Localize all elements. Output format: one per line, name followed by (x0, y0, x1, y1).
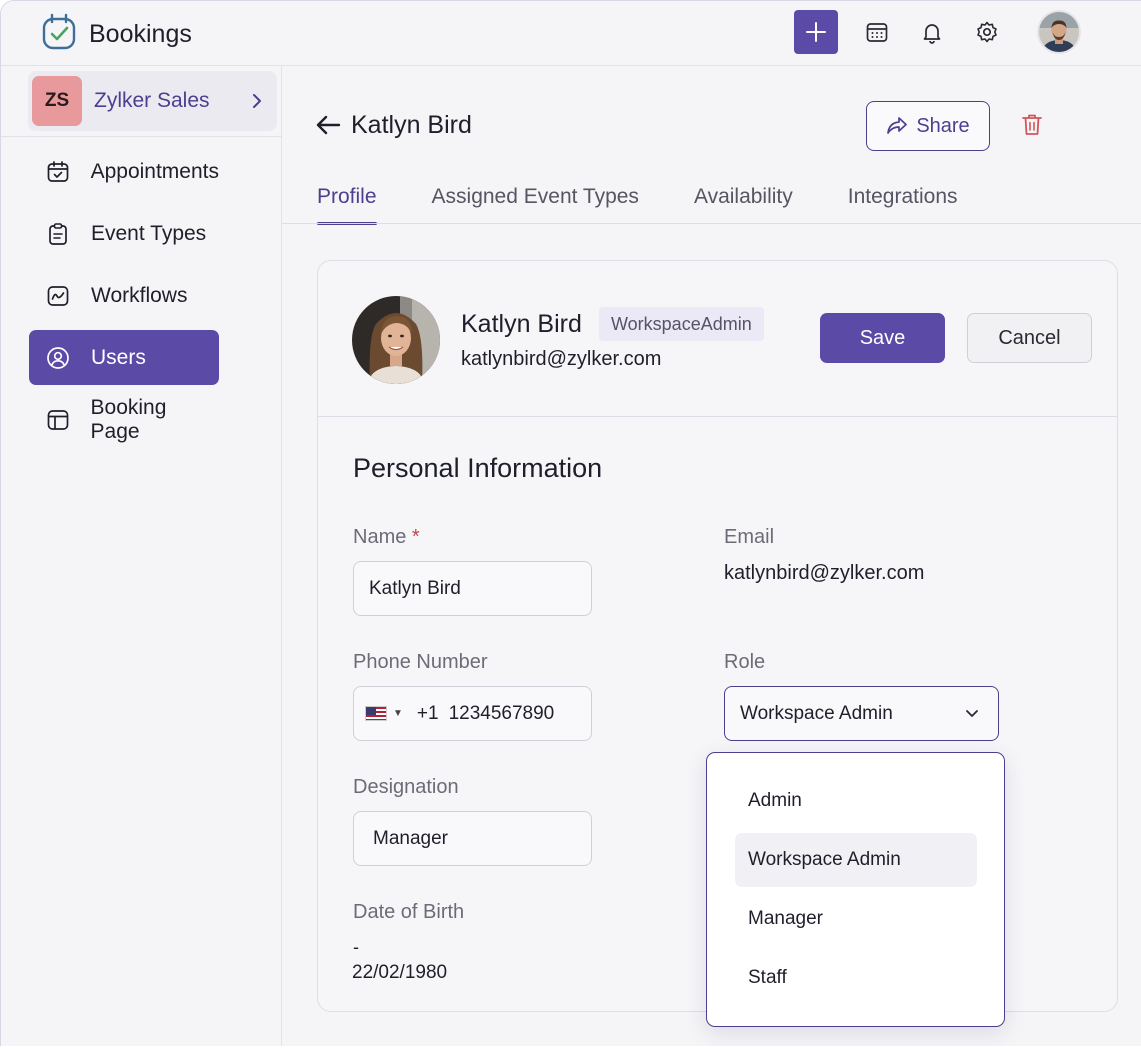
email-value: katlynbird@zylker.com (724, 562, 925, 584)
phone-label: Phone Number (353, 651, 488, 673)
dob-label: Date of Birth (353, 901, 465, 923)
tab-assigned-event-types[interactable]: Assigned Event Types (432, 173, 639, 223)
sidebar-item-event-types[interactable]: Event Types (29, 206, 219, 261)
designation-field[interactable]: Manager (353, 811, 592, 866)
sidebar-item-workflows[interactable]: Workflows (29, 268, 219, 323)
workflow-icon (45, 283, 71, 309)
sidebar-nav: Appointments Event Types Workflows Users… (29, 144, 219, 454)
tab-bar: Profile Assigned Event Types Availabilit… (317, 173, 1013, 225)
bottom-strip (0, 1046, 1141, 1063)
save-button[interactable]: Save (820, 313, 945, 363)
sidebar-item-label: Event Types (91, 221, 207, 245)
gear-icon (977, 21, 997, 43)
tab-profile[interactable]: Profile (317, 173, 377, 225)
sidebar-item-label: Workflows (91, 283, 188, 307)
user-circle-icon (45, 345, 71, 371)
chevron-down-icon (966, 710, 978, 717)
profile-photo[interactable] (352, 296, 440, 384)
role-option-workspace-admin[interactable]: Workspace Admin (735, 833, 977, 887)
role-dropdown: Admin Workspace Admin Manager Staff (706, 752, 1005, 1027)
top-actions (794, 10, 1081, 54)
role-option-admin[interactable]: Admin (735, 774, 977, 828)
role-badge: WorkspaceAdmin (599, 307, 764, 341)
sidebar-divider (1, 136, 281, 137)
page-header: Katlyn Bird Share (315, 101, 1075, 161)
phone-value: 1234567890 (448, 702, 555, 724)
caret-down-icon[interactable]: ▼ (393, 708, 403, 719)
user-avatar[interactable] (1037, 10, 1081, 54)
top-bar: Bookings (1, 1, 1141, 66)
name-label: Name * (353, 526, 420, 549)
dob-dash: - (353, 937, 359, 957)
name-field-value: Katlyn Bird (369, 577, 461, 599)
required-marker: * (411, 526, 420, 548)
brand[interactable]: Bookings (41, 13, 192, 56)
tab-integrations[interactable]: Integrations (848, 173, 958, 223)
org-avatar: ZS (32, 76, 82, 126)
delete-button[interactable] (1021, 113, 1043, 142)
dial-code: +1 (416, 702, 439, 724)
profile-header: Katlyn Bird WorkspaceAdmin katlynbird@zy… (318, 261, 1117, 417)
notifications-button[interactable] (915, 15, 949, 49)
share-button[interactable]: Share (866, 101, 990, 151)
cancel-button[interactable]: Cancel (967, 313, 1092, 363)
name-label-text: Name (353, 526, 407, 548)
share-icon (887, 117, 908, 134)
bookings-logo-icon (41, 13, 77, 56)
us-flag-icon[interactable] (365, 706, 387, 721)
tabs-divider (282, 223, 1141, 224)
sidebar: ZS Zylker Sales Appointments Event Types… (1, 66, 282, 1046)
sidebar-item-users[interactable]: Users (29, 330, 219, 385)
role-select[interactable]: Workspace Admin (724, 686, 999, 741)
org-name: Zylker Sales (94, 89, 210, 112)
email-label: Email (724, 526, 775, 548)
role-option-manager[interactable]: Manager (735, 892, 977, 946)
page-title: Katlyn Bird (351, 111, 472, 139)
role-label: Role (724, 651, 766, 673)
designation-label: Designation (353, 776, 459, 798)
calendar-button[interactable] (860, 15, 894, 49)
sidebar-item-label: Users (91, 345, 146, 369)
calendar-check-icon (45, 159, 71, 185)
trash-icon (1022, 114, 1042, 135)
org-switcher[interactable]: ZS Zylker Sales (28, 71, 277, 131)
dob-value: 22/02/1980 (352, 962, 448, 983)
clipboard-icon (45, 221, 71, 247)
chevron-right-icon (253, 94, 261, 108)
app-title: Bookings (89, 20, 192, 48)
back-arrow-icon[interactable] (315, 113, 341, 142)
calendar-icon (866, 23, 888, 42)
profile-email: katlynbird@zylker.com (461, 348, 662, 370)
app-window: Bookings ZS Zylker Sales Appointments Ev… (0, 0, 1141, 1046)
bell-icon (923, 24, 941, 44)
designation-value: Manager (373, 827, 448, 849)
tab-availability[interactable]: Availability (694, 173, 793, 223)
layout-icon (45, 407, 71, 433)
settings-button[interactable] (970, 15, 1004, 49)
section-title: Personal Information (353, 453, 603, 483)
sidebar-item-label: Appointments (90, 159, 219, 183)
sidebar-item-booking-page[interactable]: Booking Page (29, 392, 219, 447)
name-field[interactable]: Katlyn Bird (353, 561, 592, 616)
sidebar-item-appointments[interactable]: Appointments (29, 144, 219, 199)
sidebar-item-label: Booking Page (90, 395, 167, 443)
create-button[interactable] (794, 10, 838, 54)
profile-name: Katlyn Bird (461, 310, 582, 338)
role-select-value: Workspace Admin (740, 702, 893, 724)
plus-icon (806, 22, 826, 42)
share-label: Share (916, 114, 970, 137)
phone-field[interactable]: ▼ +1 1234567890 (353, 686, 592, 741)
role-option-staff[interactable]: Staff (735, 951, 977, 1005)
